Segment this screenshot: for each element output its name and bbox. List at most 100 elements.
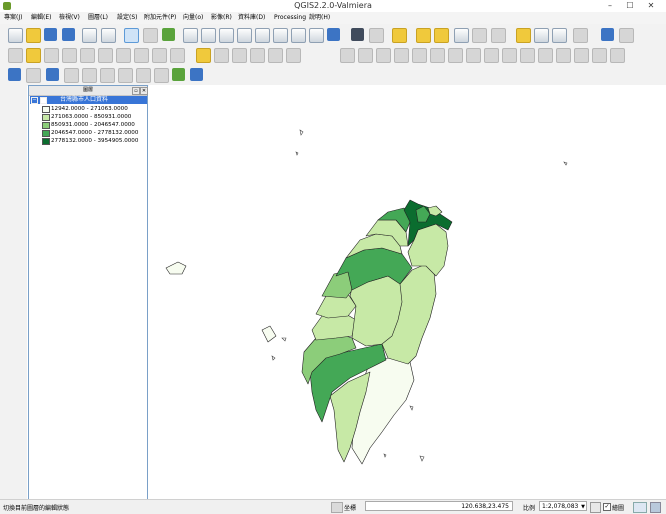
deselect-icon[interactable] [434, 28, 449, 43]
merge-features-icon[interactable] [556, 48, 571, 63]
crs-status-button[interactable] [633, 502, 647, 513]
open-project-icon[interactable] [26, 28, 41, 43]
menu-raster[interactable]: 影像(R) [211, 13, 232, 23]
whats-this-icon[interactable] [619, 28, 634, 43]
measure-icon[interactable] [491, 28, 506, 43]
add-ring-icon[interactable] [412, 48, 427, 63]
paste-features-icon[interactable] [170, 48, 185, 63]
stop-render-icon[interactable] [590, 502, 601, 513]
zoom-actual-icon[interactable] [219, 28, 234, 43]
county-yunlin[interactable] [315, 293, 357, 319]
simplify-feature-icon[interactable] [394, 48, 409, 63]
new-bookmark-icon[interactable] [534, 28, 549, 43]
node-tool-icon[interactable] [98, 48, 113, 63]
heatmap-icon[interactable] [118, 68, 133, 83]
add-oracle-layer-icon[interactable] [6, 184, 20, 197]
field-calculator-icon[interactable] [472, 28, 487, 43]
menu-settings[interactable]: 設定(S) [117, 13, 138, 23]
refresh-icon[interactable] [327, 28, 340, 41]
copy-features-icon[interactable] [152, 48, 167, 63]
fill-ring-icon[interactable] [610, 48, 625, 63]
python-console-icon[interactable] [172, 68, 185, 81]
rotate-point-symbols-icon[interactable] [592, 48, 607, 63]
zoom-out-icon[interactable] [201, 28, 216, 43]
help-book-icon[interactable] [601, 28, 614, 41]
move-feature-icon[interactable] [80, 48, 95, 63]
road-graph-icon[interactable] [136, 68, 151, 83]
text-annotation-icon[interactable] [573, 28, 588, 43]
pan-to-selection-icon[interactable] [162, 28, 175, 41]
menu-project[interactable]: 專案(J) [4, 13, 22, 23]
current-edits-icon[interactable] [8, 48, 23, 63]
add-mssql-layer-icon[interactable] [6, 166, 20, 179]
zoom-last-icon[interactable] [291, 28, 306, 43]
add-postgis-layer-icon[interactable] [6, 130, 20, 143]
maximize-button[interactable]: ☐ [619, 0, 641, 11]
menu-processing[interactable]: Processing [274, 13, 306, 23]
add-wcs-layer-icon[interactable] [6, 220, 20, 233]
add-wms-tile-icon[interactable] [6, 426, 20, 439]
rotate-feature-icon[interactable] [376, 48, 391, 63]
interpolation-icon[interactable] [100, 68, 115, 83]
add-vector-layer-icon[interactable] [6, 94, 20, 107]
show-hide-labels-icon[interactable] [232, 48, 247, 63]
add-wms-layer-icon[interactable] [6, 202, 20, 215]
new-project-icon[interactable] [8, 28, 23, 43]
add-raster-layer-icon[interactable] [6, 112, 20, 125]
add-feature-layer-icon[interactable] [6, 350, 20, 363]
attribute-table-icon[interactable] [454, 28, 469, 43]
layer-expand-toggle[interactable]: − [31, 97, 38, 104]
save-project-icon[interactable] [44, 28, 57, 41]
oracle-georaster-icon[interactable] [154, 68, 169, 83]
new-shapefile-layer-icon[interactable] [6, 292, 20, 305]
composer-manager-icon[interactable] [101, 28, 116, 43]
new-spatialite-layer-icon[interactable] [6, 310, 20, 323]
render-checkbox[interactable]: ✓ [603, 503, 611, 511]
coordinate-capture-icon[interactable] [26, 68, 41, 83]
query-icon[interactable] [369, 28, 384, 43]
save-edits-icon[interactable] [44, 48, 59, 63]
identify-icon[interactable] [351, 28, 364, 41]
delete-ring-icon[interactable] [448, 48, 463, 63]
minimize-button[interactable]: – [599, 0, 621, 11]
select-pointer-icon[interactable] [124, 28, 139, 43]
merge-attributes-icon[interactable] [574, 48, 589, 63]
cut-features-icon[interactable] [134, 48, 149, 63]
zoom-full-icon[interactable] [237, 28, 252, 43]
spit-icon[interactable] [64, 68, 79, 83]
georeferencer-icon[interactable] [190, 68, 203, 81]
zoom-in-icon[interactable] [183, 28, 198, 43]
taiwan-choropleth-map[interactable] [149, 85, 666, 500]
scale-select[interactable]: 1:2,078,083 ▼ [539, 501, 587, 511]
county-penghu[interactable] [261, 325, 277, 343]
menu-database[interactable]: 資料庫(D) [238, 13, 265, 23]
offset-curve-icon[interactable] [502, 48, 517, 63]
select-by-expression-icon[interactable] [416, 28, 431, 43]
add-wfs-layer-icon[interactable] [6, 238, 20, 251]
add-delimited-text-layer-icon[interactable] [6, 256, 20, 269]
messages-button[interactable] [650, 502, 661, 513]
select-features-icon[interactable] [392, 28, 407, 43]
delete-selected-icon[interactable] [116, 48, 131, 63]
pan-hand-icon[interactable] [143, 28, 158, 43]
menu-vector[interactable]: 向量(o) [183, 13, 203, 23]
reshape-features-icon[interactable] [484, 48, 499, 63]
split-parts-icon[interactable] [538, 48, 553, 63]
county-taitung[interactable] [351, 357, 415, 465]
close-panel-button[interactable]: ✕ [140, 87, 148, 95]
map-tips-icon[interactable] [516, 28, 531, 43]
split-features-icon[interactable] [520, 48, 535, 63]
menu-layer[interactable]: 圖層(L) [88, 13, 108, 23]
label-tool-icon[interactable] [196, 48, 211, 63]
menu-help[interactable]: 說明(H) [309, 13, 330, 23]
layer-properties-icon[interactable] [6, 368, 20, 381]
zoom-next-icon[interactable] [309, 28, 324, 43]
toggle-editing-icon[interactable] [26, 48, 41, 63]
save-as-icon[interactable] [62, 28, 75, 41]
zoom-layer-icon[interactable] [273, 28, 288, 43]
toggle-extents-button[interactable] [331, 502, 343, 513]
zoom-selection-icon[interactable] [255, 28, 270, 43]
move-label-icon[interactable] [250, 48, 265, 63]
add-feature-icon[interactable] [62, 48, 77, 63]
county-chiayi[interactable] [311, 313, 357, 341]
